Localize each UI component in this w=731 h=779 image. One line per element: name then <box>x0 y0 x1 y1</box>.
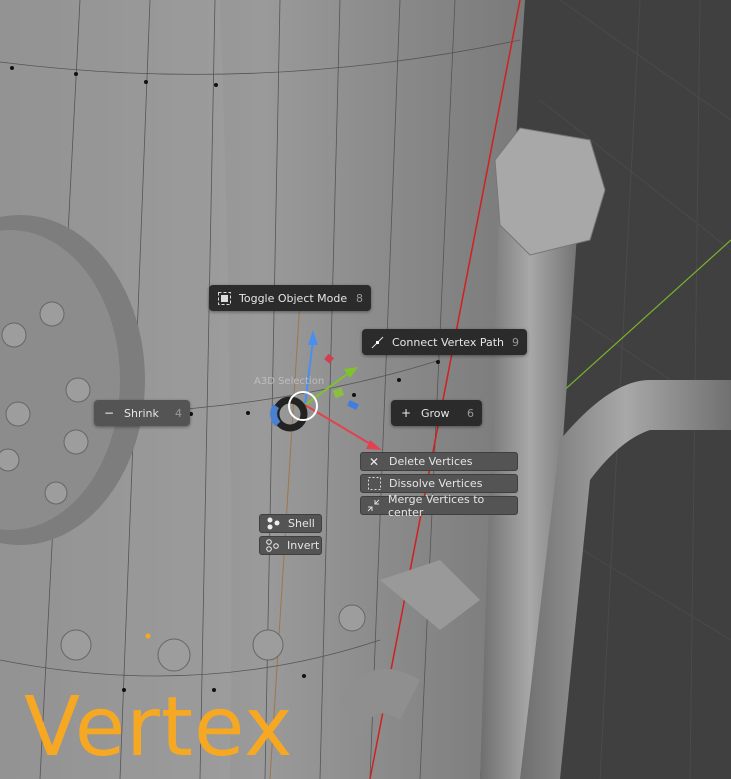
invert-icon <box>266 539 279 553</box>
3d-viewport[interactable] <box>0 0 731 779</box>
label: Delete Vertices <box>389 455 473 468</box>
select-shell-button[interactable]: Shell <box>259 514 322 533</box>
pie-menu-title: A3D Selection <box>254 376 325 387</box>
hotkey: 8 <box>356 291 363 305</box>
label: Invert <box>287 539 320 552</box>
shrink-button[interactable]: − Shrink 4 <box>94 400 190 426</box>
label: Toggle Object Mode <box>239 291 348 305</box>
square-select-icon <box>217 291 231 305</box>
connect-path-icon <box>370 335 384 349</box>
label: Merge Vertices to center <box>388 492 485 519</box>
grow-button[interactable]: + Grow 6 <box>391 400 482 426</box>
toggle-object-mode-button[interactable]: Toggle Object Mode 8 <box>209 285 371 311</box>
connect-vertex-path-button[interactable]: Connect Vertex Path 9 <box>362 329 527 355</box>
dissolve-vertices-button[interactable]: Dissolve Vertices <box>360 474 518 493</box>
label: Connect Vertex Path <box>392 335 504 349</box>
mode-overlay-text: Vertex <box>24 680 294 775</box>
hotkey: 4 <box>175 406 182 420</box>
shell-icon <box>266 517 280 531</box>
dotted-square-icon <box>367 477 381 491</box>
hotkey: 9 <box>512 335 519 349</box>
hotkey: 6 <box>467 406 474 420</box>
minus-icon: − <box>103 406 115 420</box>
label: Shell <box>288 517 315 530</box>
x-icon: ✕ <box>368 454 380 469</box>
plus-icon: + <box>400 406 412 420</box>
label: Grow <box>421 406 450 420</box>
merge-icon <box>367 499 380 513</box>
delete-vertices-button[interactable]: ✕ Delete Vertices <box>360 452 518 471</box>
label: Shrink <box>124 406 159 420</box>
label: Dissolve Vertices <box>389 477 483 490</box>
select-invert-button[interactable]: Invert <box>259 536 322 555</box>
handle-cap <box>494 127 606 256</box>
merge-vertices-button[interactable]: Merge Vertices to center <box>360 493 518 519</box>
